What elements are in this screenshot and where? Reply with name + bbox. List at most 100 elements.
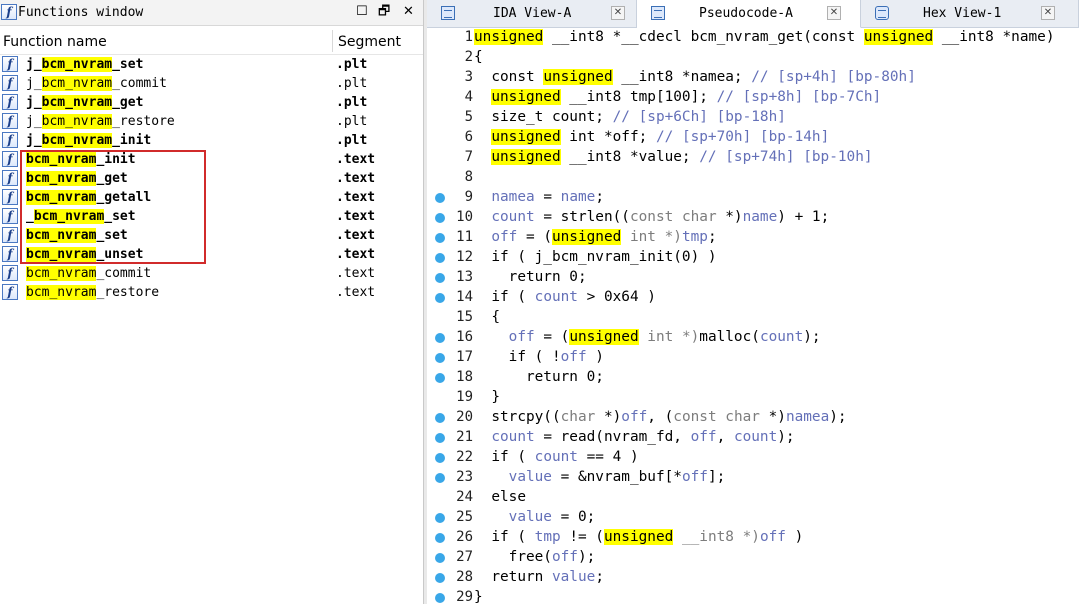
breakpoint-dot-icon[interactable] <box>435 573 445 583</box>
column-separator[interactable] <box>332 30 333 52</box>
code-line[interactable]: 16 off = (unsigned int *)malloc(count); <box>427 328 1079 348</box>
function-row[interactable]: f j_bcm_nvram_commit .plt <box>0 74 423 93</box>
function-segment: .plt <box>336 76 368 91</box>
code-line[interactable]: 1 unsigned __int8 *__cdecl bcm_nvram_get(… <box>427 28 1079 48</box>
function-name-prefix: j_ <box>26 95 42 110</box>
breakpoint-dot-icon[interactable] <box>435 593 445 603</box>
function-icon: f <box>2 56 18 72</box>
pseudocode-view[interactable]: 1 unsigned __int8 *__cdecl bcm_nvram_get(… <box>427 28 1079 605</box>
tab-hex-view-1[interactable]: Hex View-1 ✕ <box>861 0 1079 28</box>
code-token: int *) <box>638 329 700 345</box>
breakpoint-dot-icon[interactable] <box>435 473 445 483</box>
code-line[interactable]: 12 if ( j_bcm_nvram_init(0) ) <box>427 248 1079 268</box>
code-line[interactable]: 18 return 0; <box>427 368 1079 388</box>
column-header-segment[interactable]: Segment <box>338 34 401 50</box>
breakpoint-dot-icon[interactable] <box>435 233 445 243</box>
breakpoint-dot-icon[interactable] <box>435 433 445 443</box>
function-name-highlight: bcm_nvram <box>41 133 113 148</box>
breakpoint-dot-icon[interactable] <box>435 193 445 203</box>
code-line[interactable]: 6 unsigned int *off; // [sp+70h] [bp-14h… <box>427 128 1079 148</box>
function-row[interactable]: f bcm_nvram_commit .text <box>0 264 423 283</box>
close-button[interactable]: ✕ <box>403 5 414 19</box>
breakpoint-dot-icon[interactable] <box>435 333 445 343</box>
function-row[interactable]: f j_bcm_nvram_get .plt <box>0 93 423 112</box>
minimize-button[interactable]: ☐ <box>356 5 368 19</box>
code-token: unsigned <box>863 29 934 45</box>
line-number: 10 <box>456 209 473 225</box>
function-name-suffix: _unset <box>96 247 144 262</box>
line-number: 22 <box>456 449 473 465</box>
code-line[interactable]: 23 value = &nvram_buf[*off]; <box>427 468 1079 488</box>
code-line[interactable]: 26 if ( tmp != (unsigned __int8 *)off ) <box>427 528 1079 548</box>
tab-close-icon[interactable]: ✕ <box>611 6 625 20</box>
function-row[interactable]: f bcm_nvram_set .text <box>0 226 423 245</box>
function-row[interactable]: f bcm_nvram_unset .text <box>0 245 423 264</box>
function-row[interactable]: f bcm_nvram_restore .text <box>0 283 423 302</box>
code-token: const <box>474 69 544 85</box>
code-text: else <box>474 489 526 505</box>
code-line[interactable]: 8 <box>427 168 1079 188</box>
code-line[interactable]: 25 value = 0; <box>427 508 1079 528</box>
code-line[interactable]: 28 return value; <box>427 568 1079 588</box>
functions-window-titlebar: f Functions window ☐ 🗗 ✕ <box>0 0 423 26</box>
breakpoint-dot-icon[interactable] <box>435 253 445 263</box>
breakpoint-dot-icon[interactable] <box>435 293 445 303</box>
breakpoint-dot-icon[interactable] <box>435 373 445 383</box>
function-row[interactable]: f bcm_nvram_init .text <box>0 150 423 169</box>
line-number: 13 <box>456 269 473 285</box>
function-name-suffix: _commit <box>96 266 152 281</box>
breakpoint-dot-icon[interactable] <box>435 533 445 543</box>
function-row[interactable]: f _bcm_nvram_set .text <box>0 207 423 226</box>
function-name-suffix: _commit <box>112 76 167 91</box>
code-line[interactable]: 2{ <box>427 48 1079 68</box>
code-line[interactable]: 5 size_t count; // [sp+6Ch] [bp-18h] <box>427 108 1079 128</box>
code-line[interactable]: 13 return 0; <box>427 268 1079 288</box>
function-row[interactable]: f j_bcm_nvram_restore .plt <box>0 112 423 131</box>
column-header-function-name[interactable]: Function name <box>3 34 107 50</box>
code-line[interactable]: 20 strcpy((char *)off, (const char *)nam… <box>427 408 1079 428</box>
code-line[interactable]: 21 count = read(nvram_fd, off, count); <box>427 428 1079 448</box>
function-row[interactable]: f bcm_nvram_get .text <box>0 169 423 188</box>
code-line[interactable]: 9 namea = name; <box>427 188 1079 208</box>
code-token: __int8 tmp[100]; <box>560 89 717 105</box>
breakpoint-dot-icon[interactable] <box>435 273 445 283</box>
code-token: const char <box>673 409 760 425</box>
code-line[interactable]: 4 unsigned __int8 tmp[100]; // [sp+8h] [… <box>427 88 1079 108</box>
code-token: ); <box>803 329 821 345</box>
float-button[interactable]: 🗗 <box>378 5 390 19</box>
breakpoint-dot-icon[interactable] <box>435 453 445 463</box>
breakpoint-dot-icon[interactable] <box>435 353 445 363</box>
code-line[interactable]: 24 else <box>427 488 1079 508</box>
code-line[interactable]: 17 if ( !off ) <box>427 348 1079 368</box>
code-line[interactable]: 11 off = (unsigned int *)tmp; <box>427 228 1079 248</box>
tab-close-icon[interactable]: ✕ <box>1041 6 1055 20</box>
code-line[interactable]: 15 { <box>427 308 1079 328</box>
tab-close-icon[interactable]: ✕ <box>827 6 841 20</box>
breakpoint-dot-icon[interactable] <box>435 213 445 223</box>
code-line[interactable]: 14 if ( count > 0x64 ) <box>427 288 1079 308</box>
code-line[interactable]: 22 if ( count == 4 ) <box>427 448 1079 468</box>
function-segment: .text <box>336 228 376 243</box>
function-name-suffix: _set <box>112 57 144 72</box>
breakpoint-dot-icon[interactable] <box>435 513 445 523</box>
code-text: if ( count == 4 ) <box>474 449 638 465</box>
function-row[interactable]: f j_bcm_nvram_set .plt <box>0 55 423 74</box>
code-line[interactable]: 3 const unsigned __int8 *namea; // [sp+4… <box>427 68 1079 88</box>
breakpoint-dot-icon[interactable] <box>435 413 445 423</box>
tab-pseudocode-a[interactable]: Pseudocode-A ✕ <box>637 0 861 28</box>
function-row[interactable]: f j_bcm_nvram_init .plt <box>0 131 423 150</box>
function-icon: f <box>2 151 18 167</box>
breakpoint-dot-icon[interactable] <box>435 553 445 563</box>
code-line[interactable]: 10 count = strlen((const char *)name) + … <box>427 208 1079 228</box>
function-name-highlight: bcm_nvram <box>41 57 113 72</box>
tab-ida-view-a[interactable]: IDA View-A ✕ <box>427 0 637 28</box>
code-line[interactable]: 7 unsigned __int8 *value; // [sp+74h] [b… <box>427 148 1079 168</box>
code-line[interactable]: 19 } <box>427 388 1079 408</box>
code-token: count <box>474 209 535 225</box>
code-line[interactable]: 29} <box>427 588 1079 608</box>
code-token: } <box>474 389 500 405</box>
function-row[interactable]: f bcm_nvram_getall .text <box>0 188 423 207</box>
function-name: _bcm_nvram_set <box>26 208 136 225</box>
code-line[interactable]: 27 free(off); <box>427 548 1079 568</box>
